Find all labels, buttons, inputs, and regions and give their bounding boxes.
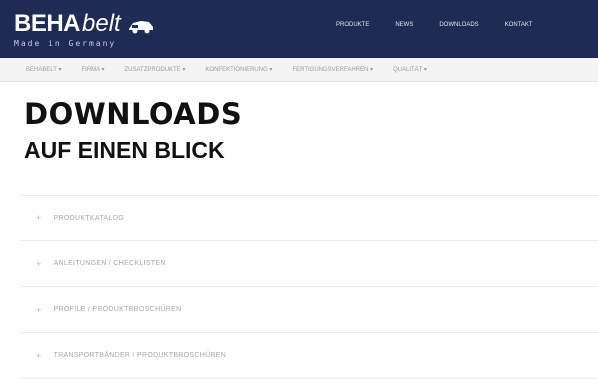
- plus-icon: +: [36, 350, 42, 361]
- page-heading: DOWNLOADS AUF EINEN BLICK: [24, 100, 242, 162]
- accordion-item-label: PRODUKTKATALOG: [53, 214, 125, 222]
- accordion-item-label: PROFILE / PRODUKTBROSCHÜREN: [53, 306, 182, 313]
- plus-icon: +: [36, 304, 42, 315]
- page-title: DOWNLOADS: [24, 97, 243, 131]
- logo-brand-italic: belt: [82, 10, 121, 37]
- logo-tagline: Made in Germany: [14, 39, 117, 48]
- subnav-item-zusatzprodukte[interactable]: ZUSATZPRODUKTE ▾: [125, 66, 186, 73]
- logo-brand-bold: BEHA: [14, 10, 81, 37]
- top-header: BEHA belt Made in Germany PRODUKTE NEWS D…: [0, 0, 598, 58]
- behabelt-logo[interactable]: BEHA belt Made in Germany: [14, 12, 155, 50]
- topnav-item-news[interactable]: NEWS: [395, 22, 413, 28]
- subnav-item-firma[interactable]: FIRMA ▾: [81, 66, 104, 73]
- plus-icon: +: [36, 213, 42, 223]
- topnav-item-kontakt[interactable]: KONTAKT: [505, 22, 533, 28]
- plus-icon: +: [36, 258, 42, 269]
- subnav-item-behabelt[interactable]: BEHABELT ▾: [26, 66, 61, 73]
- top-navigation: PRODUKTE NEWS DOWNLOADS KONTAKT: [336, 22, 598, 28]
- page-subtitle: AUF EINEN BLICK: [24, 137, 225, 163]
- accordion-item-profile[interactable]: + PROFILE / PRODUKTBROSCHÜREN: [20, 287, 598, 333]
- accordion-item-label: TRANSPORTBÄNDER / PRODUKTBROSCHÜREN: [53, 352, 227, 359]
- subnav-item-qualitaet[interactable]: QUALITÄT ▾: [393, 66, 427, 73]
- logo-wordmark: BEHA belt: [14, 12, 155, 36]
- accordion-item-anleitungen[interactable]: + ANLEITUNGEN / CHECKLISTEN: [20, 241, 598, 287]
- accordion-item-transportbaender[interactable]: + TRANSPORTBÄNDER / PRODUKTBROSCHÜREN: [20, 333, 598, 379]
- subnav-item-fertigungsverfahren[interactable]: FERTIGUNGSVERFAHREN ▾: [292, 66, 373, 73]
- accordion-item-label: ANLEITUNGEN / CHECKLISTEN: [53, 260, 166, 267]
- secondary-navigation: BEHABELT ▾ FIRMA ▾ ZUSATZPRODUKTE ▾ KONF…: [0, 58, 598, 82]
- accordion-item-produktkatalog[interactable]: + PRODUKTKATALOG: [20, 195, 598, 241]
- subnav-item-konfektionierung[interactable]: KONFEKTIONIERUNG ▾: [205, 66, 272, 73]
- topnav-item-produkte[interactable]: PRODUKTE: [336, 22, 369, 28]
- car-icon: [128, 21, 153, 34]
- downloads-accordion: + PRODUKTKATALOG + ANLEITUNGEN / CHECKLI…: [20, 195, 598, 379]
- topnav-item-downloads[interactable]: DOWNLOADS: [439, 22, 478, 28]
